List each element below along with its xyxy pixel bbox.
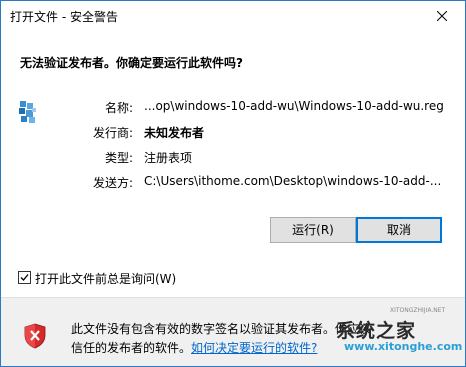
always-ask-option[interactable]: 打开此文件前总是询问(W) (18, 270, 218, 286)
shield-error-icon (24, 323, 46, 349)
run-button[interactable]: 运行(R) (270, 217, 356, 243)
info-row-from: 发送方: C:\Users\ithome.com\Desktop\windows… (1, 174, 465, 192)
cancel-button[interactable]: 取消 (356, 217, 442, 243)
security-warning-dialog: 打开文件 - 安全警告 无法验证发布者。你确定要运行此软件吗? 名称: ...o… (0, 0, 466, 367)
always-ask-label[interactable]: 打开此文件前总是询问(W) (35, 270, 176, 287)
always-ask-checkbox[interactable] (18, 271, 31, 284)
publisher-value: 未知发布者 (144, 126, 205, 140)
close-icon (437, 11, 447, 21)
watermark-domain-small: XITONGZHIJIA.NET (390, 307, 446, 314)
info-row-type: 类型: 注册表项 (1, 149, 465, 167)
type-label: 类型: (104, 151, 133, 165)
footer-message-text: 信任的发布者的软件。 (71, 341, 192, 355)
footer-message-line1: 此文件没有包含有效的数字签名以验证其发布者。你应该 (71, 322, 372, 336)
info-row-publisher: 发行商: 未知发布者 (1, 124, 465, 142)
from-value: C:\Users\ithome.com\Desktop\windows-10-a… (144, 174, 442, 188)
how-to-decide-link[interactable]: 如何决定要运行的软件? (191, 341, 317, 355)
name-label: 名称: (104, 101, 133, 115)
watermark-brand: 系统之家 (336, 320, 417, 342)
watermark-site: www.xitonghe.com (344, 340, 463, 353)
window-title: 打开文件 - 安全警告 (10, 10, 118, 24)
checkmark-icon (20, 274, 29, 281)
close-button[interactable] (419, 1, 465, 31)
info-row-name: 名称: ...op\windows-10-add-wu\Windows-10-a… (1, 99, 465, 117)
publisher-label: 发行商: (92, 126, 133, 140)
title-bar[interactable]: 打开文件 - 安全警告 (1, 1, 465, 31)
type-value: 注册表项 (144, 151, 193, 165)
name-value: ...op\windows-10-add-wu\Windows-10-add-w… (144, 99, 444, 113)
warning-headline: 无法验证发布者。你确定要运行此软件吗? (20, 56, 243, 70)
footer-warning: 此文件没有包含有效的数字签名以验证其发布者。你应该 信任的发布者的软件。如何决定… (1, 298, 465, 366)
from-label: 发送方: (92, 176, 133, 190)
footer-message-line2: 信任的发布者的软件。如何决定要运行的软件? (71, 339, 317, 356)
